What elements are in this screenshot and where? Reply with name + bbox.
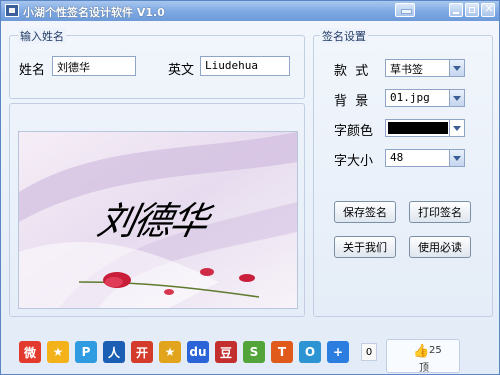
- thumbs-up-icon: 👍: [413, 344, 430, 359]
- chevron-down-icon[interactable]: [449, 120, 464, 136]
- pengyou-icon[interactable]: ★: [159, 341, 181, 363]
- baidu-icon[interactable]: du: [187, 341, 209, 363]
- name-group-legend: 输入姓名: [18, 28, 66, 44]
- app-icon: [5, 4, 19, 17]
- signature-preview: 刘德华: [18, 131, 298, 309]
- english-name-input[interactable]: Liudehua: [200, 56, 290, 76]
- size-select-value: 48: [390, 151, 404, 164]
- style-select-value: 草书签: [390, 63, 423, 76]
- tencent-weibo-icon[interactable]: P: [75, 341, 97, 363]
- weibo-icon[interactable]: 微: [19, 341, 41, 363]
- chinese-name-label: 姓名: [19, 63, 46, 78]
- settings-group-legend: 签名设置: [320, 28, 368, 44]
- chinese-name-input[interactable]: 刘德华: [52, 56, 136, 76]
- minimize-button[interactable]: [449, 3, 463, 17]
- signature-text: 刘德华: [93, 199, 211, 243]
- toggle-window-button[interactable]: [395, 3, 415, 17]
- size-select[interactable]: 48: [385, 149, 465, 167]
- background-select[interactable]: 01.jpg: [385, 89, 465, 107]
- like-count: 25: [429, 345, 442, 356]
- main-panel: 输入姓名 姓名 刘德华 英文 Liudehua 刘德华 签名设置 款 式 草书签…: [1, 21, 499, 374]
- save-signature-button[interactable]: 保存签名: [334, 201, 396, 223]
- background-label: 背 景: [334, 94, 369, 109]
- color-label: 字颜色: [334, 124, 374, 139]
- size-label: 字大小: [334, 154, 374, 169]
- style-select[interactable]: 草书签: [385, 59, 465, 77]
- share-count: 0: [361, 343, 377, 361]
- english-name-label: 英文: [168, 63, 195, 78]
- kaixin-icon[interactable]: 开: [131, 341, 153, 363]
- must-read-button[interactable]: 使用必读: [409, 236, 471, 258]
- tianya-icon[interactable]: T: [271, 341, 293, 363]
- like-button[interactable]: 👍 25 顶: [386, 339, 460, 374]
- chevron-down-icon[interactable]: [449, 150, 464, 166]
- color-swatch: [388, 122, 448, 134]
- renren-icon[interactable]: 人: [103, 341, 125, 363]
- qzone-icon[interactable]: ★: [47, 341, 69, 363]
- title-bar[interactable]: 小湖个性签名设计软件 V1.0: [1, 1, 499, 21]
- print-signature-button[interactable]: 打印签名: [409, 201, 471, 223]
- window-title: 小湖个性签名设计软件 V1.0: [23, 6, 165, 19]
- chevron-down-icon[interactable]: [449, 90, 464, 106]
- more-share-icon[interactable]: +: [327, 341, 349, 363]
- maximize-button[interactable]: [465, 3, 479, 17]
- like-label: 顶: [419, 363, 429, 374]
- 360-icon[interactable]: O: [299, 341, 321, 363]
- style-label: 款 式: [334, 64, 369, 79]
- app-window: 小湖个性签名设计软件 V1.0 输入姓名 姓名 刘德华 英文 Liudehua: [0, 0, 500, 375]
- background-select-value: 01.jpg: [390, 91, 430, 104]
- about-us-button[interactable]: 关于我们: [334, 236, 396, 258]
- color-select[interactable]: [385, 119, 465, 137]
- sohu-icon[interactable]: S: [243, 341, 265, 363]
- douban-icon[interactable]: 豆: [215, 341, 237, 363]
- close-button[interactable]: [481, 1, 495, 17]
- chevron-down-icon[interactable]: [449, 60, 464, 76]
